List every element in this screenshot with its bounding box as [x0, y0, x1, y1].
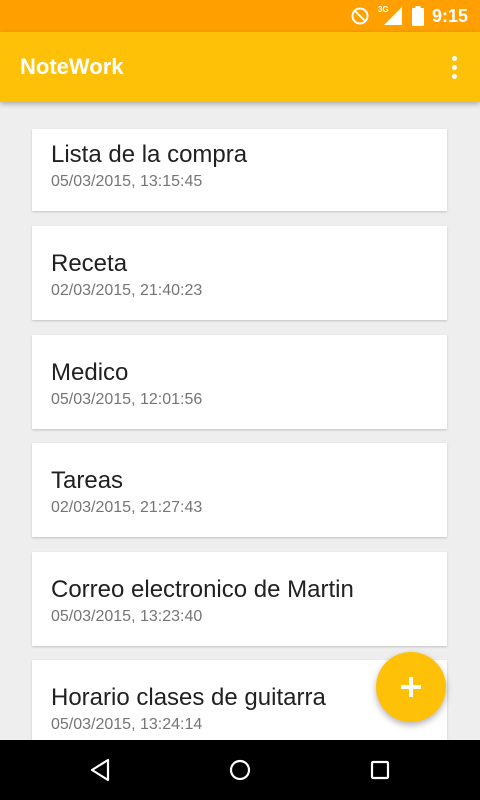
note-date: 05/03/2015, 13:24:14 — [51, 716, 203, 733]
note-card[interactable]: Receta 02/03/2015, 21:40:23 — [32, 226, 447, 320]
back-button[interactable] — [80, 752, 120, 788]
status-bar: 3G 9:15 — [0, 0, 480, 32]
note-title: Medico — [51, 359, 129, 386]
note-card[interactable]: Medico 05/03/2015, 12:01:56 — [32, 335, 447, 429]
note-title: Correo electronico de Martin — [51, 576, 354, 603]
back-icon — [89, 758, 111, 782]
network-type-label: 3G — [377, 5, 389, 14]
signal-icon: 3G — [378, 5, 404, 27]
note-date: 05/03/2015, 13:23:40 — [51, 608, 203, 625]
notes-list[interactable]: Lista de la compra 05/03/2015, 13:15:45 … — [0, 102, 480, 740]
note-card[interactable]: Correo electronico de Martin 05/03/2015,… — [32, 552, 447, 646]
add-icon — [399, 675, 423, 699]
note-title: Tareas — [51, 467, 124, 494]
note-date: 05/03/2015, 13:15:45 — [51, 173, 203, 190]
more-vert-icon-dot — [451, 73, 457, 79]
recents-icon — [369, 759, 391, 781]
battery-icon — [411, 6, 424, 26]
more-vert-icon-dot — [451, 64, 457, 70]
home-button[interactable] — [220, 752, 260, 788]
status-icons: 3G 9:15 — [350, 0, 468, 32]
note-title: Lista de la compra — [51, 141, 248, 168]
note-date: 02/03/2015, 21:27:43 — [51, 499, 203, 516]
more-vert-icon — [451, 55, 457, 61]
home-icon — [228, 758, 252, 782]
note-title: Receta — [51, 250, 128, 277]
app-title: NoteWork — [20, 54, 124, 79]
note-card[interactable]: Lista de la compra 05/03/2015, 13:15:45 — [32, 129, 447, 211]
note-title: Horario clases de guitarra — [51, 684, 326, 711]
navigation-bar — [0, 740, 480, 800]
do-not-disturb-icon — [350, 6, 370, 26]
note-date: 02/03/2015, 21:40:23 — [51, 282, 203, 299]
app-bar: NoteWork — [0, 32, 480, 102]
recents-button[interactable] — [360, 752, 400, 788]
add-note-button[interactable] — [376, 652, 446, 722]
status-time: 9:15 — [431, 5, 468, 26]
note-date: 05/03/2015, 12:01:56 — [51, 391, 203, 408]
note-card[interactable]: Tareas 02/03/2015, 21:27:43 — [32, 443, 447, 537]
overflow-menu-button[interactable] — [442, 52, 466, 82]
